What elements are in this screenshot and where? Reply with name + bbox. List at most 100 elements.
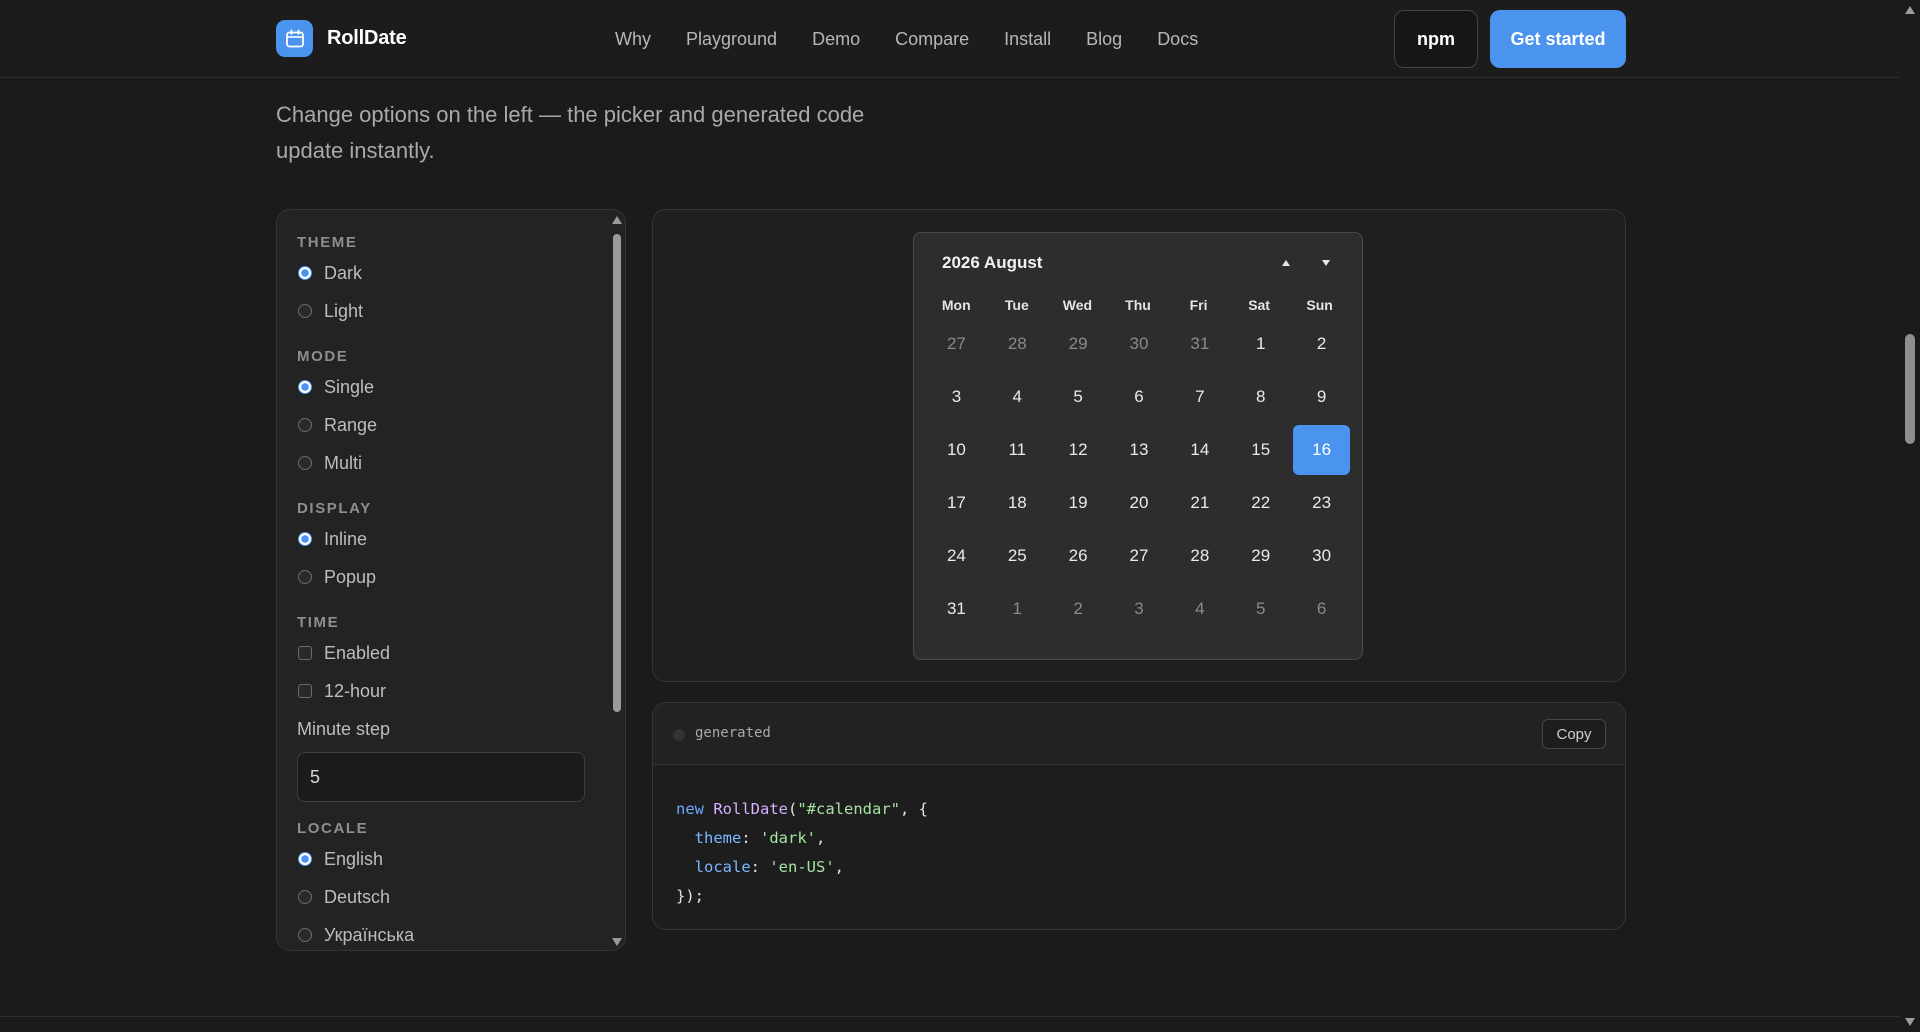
calendar-day[interactable]: 23 <box>1293 478 1350 528</box>
scroll-up-arrow-icon[interactable] <box>612 216 622 224</box>
scroll-down-arrow-icon[interactable] <box>612 938 622 946</box>
calendar-day[interactable]: 4 <box>989 372 1046 422</box>
previous-month-button[interactable] <box>1276 253 1296 273</box>
calendar-day-selected[interactable]: 16 <box>1293 425 1350 475</box>
calendar-day[interactable]: 6 <box>1293 584 1350 634</box>
code-token: ( <box>787 800 798 818</box>
options-scrollbar[interactable] <box>608 210 625 950</box>
checkbox-time-enabled[interactable]: Enabled <box>297 634 587 672</box>
calendar-day[interactable]: 11 <box>989 425 1046 475</box>
nav-link-compare[interactable]: Compare <box>895 29 969 50</box>
calendar-day[interactable]: 20 <box>1111 478 1168 528</box>
calendar-day[interactable]: 26 <box>1050 531 1107 581</box>
code-line: new RollDate("#calendar", { <box>676 795 928 824</box>
calendar-day[interactable]: 1 <box>989 584 1046 634</box>
calendar-day[interactable]: 15 <box>1232 425 1289 475</box>
radio-display-popup[interactable]: Popup <box>297 558 587 596</box>
minute-step-input[interactable] <box>297 752 585 802</box>
nav-link-why[interactable]: Why <box>615 29 651 50</box>
calendar-day[interactable]: 10 <box>928 425 985 475</box>
checkbox[interactable] <box>298 684 312 698</box>
options-list: THEME Dark Light MODE Single Range Multi… <box>297 232 587 950</box>
radio-display-inline[interactable]: Inline <box>297 520 587 558</box>
page-scrollbar[interactable] <box>1900 0 1920 1032</box>
calendar-day[interactable]: 6 <box>1111 372 1168 422</box>
radio-mode-multi[interactable]: Multi <box>297 444 587 482</box>
checkbox-12-hour[interactable]: 12-hour <box>297 672 587 710</box>
radio-theme-light[interactable]: Light <box>297 292 587 330</box>
nav-link-install[interactable]: Install <box>1004 29 1051 50</box>
radio-button[interactable] <box>298 266 312 280</box>
calendar-day[interactable]: 5 <box>1050 372 1107 422</box>
calendar-day[interactable]: 4 <box>1171 584 1228 634</box>
radio-locale-ukrainian[interactable]: Українська <box>297 916 587 950</box>
radio-button[interactable] <box>298 456 312 470</box>
scrollbar-thumb[interactable] <box>1905 334 1915 444</box>
calendar-day[interactable]: 13 <box>1111 425 1168 475</box>
calendar-day[interactable]: 3 <box>928 372 985 422</box>
calendar-day[interactable]: 8 <box>1232 372 1289 422</box>
weekday-label: Fri <box>1189 297 1208 313</box>
calendar-day[interactable]: 9 <box>1293 372 1350 422</box>
calendar-day[interactable]: 30 <box>1111 319 1168 369</box>
calendar-day[interactable]: 28 <box>1171 531 1228 581</box>
calendar-icon <box>276 20 313 57</box>
scroll-down-arrow-icon[interactable] <box>1905 1018 1915 1026</box>
calendar-day[interactable]: 2 <box>1293 319 1350 369</box>
radio-button[interactable] <box>298 418 312 432</box>
calendar-day[interactable]: 18 <box>989 478 1046 528</box>
calendar-day[interactable]: 2 <box>1050 584 1107 634</box>
calendar-day[interactable]: 21 <box>1171 478 1228 528</box>
radio-button[interactable] <box>298 570 312 584</box>
calendar-day[interactable]: 24 <box>928 531 985 581</box>
calendar-day[interactable]: 28 <box>989 319 1046 369</box>
radio-locale-deutsch[interactable]: Deutsch <box>297 878 587 916</box>
calendar-day[interactable]: 25 <box>989 531 1046 581</box>
radio-button[interactable] <box>298 852 312 866</box>
calendar-day[interactable]: 29 <box>1050 319 1107 369</box>
calendar-day[interactable]: 19 <box>1050 478 1107 528</box>
copy-button[interactable]: Copy <box>1542 719 1606 749</box>
scrollbar-thumb[interactable] <box>613 234 621 712</box>
calendar-day[interactable]: 29 <box>1232 531 1289 581</box>
radio-label: Popup <box>324 566 377 587</box>
nav-link-blog[interactable]: Blog <box>1086 29 1122 50</box>
brand-name: RollDate <box>327 27 407 49</box>
npm-button[interactable]: npm <box>1394 10 1478 68</box>
calendar-day[interactable]: 14 <box>1171 425 1228 475</box>
next-month-button[interactable] <box>1316 253 1336 273</box>
calendar-day[interactable]: 27 <box>928 319 985 369</box>
radio-locale-english[interactable]: English <box>297 840 587 878</box>
calendar-day[interactable]: 5 <box>1232 584 1289 634</box>
calendar-month-title[interactable]: 2026 August <box>942 253 1042 273</box>
calendar-day[interactable]: 30 <box>1293 531 1350 581</box>
get-started-button[interactable]: Get started <box>1490 10 1626 68</box>
nav-link-docs[interactable]: Docs <box>1157 29 1198 50</box>
calendar-day[interactable]: 3 <box>1111 584 1168 634</box>
calendar-day[interactable]: 7 <box>1171 372 1228 422</box>
radio-mode-single[interactable]: Single <box>297 368 587 406</box>
nav-link-playground[interactable]: Playground <box>686 29 777 50</box>
radio-button[interactable] <box>298 532 312 546</box>
nav-link-demo[interactable]: Demo <box>812 29 860 50</box>
calendar-day[interactable]: 17 <box>928 478 985 528</box>
calendar-day[interactable]: 31 <box>1171 319 1228 369</box>
checkbox[interactable] <box>298 646 312 660</box>
radio-button[interactable] <box>298 928 312 942</box>
brand[interactable]: RollDate <box>276 20 407 57</box>
options-panel: THEME Dark Light MODE Single Range Multi… <box>276 209 626 951</box>
radio-label: Light <box>324 300 364 321</box>
radio-button[interactable] <box>298 890 312 904</box>
radio-theme-dark[interactable]: Dark <box>297 254 587 292</box>
calendar-day[interactable]: 1 <box>1232 319 1289 369</box>
scroll-up-arrow-icon[interactable] <box>1905 6 1915 14</box>
radio-button[interactable] <box>298 304 312 318</box>
calendar-day[interactable]: 27 <box>1111 531 1168 581</box>
calendar-day[interactable]: 31 <box>928 584 985 634</box>
radio-button[interactable] <box>298 380 312 394</box>
weekday-label: Thu <box>1125 297 1151 313</box>
radio-mode-range[interactable]: Range <box>297 406 587 444</box>
calendar-day[interactable]: 22 <box>1232 478 1289 528</box>
calendar-day[interactable]: 12 <box>1050 425 1107 475</box>
